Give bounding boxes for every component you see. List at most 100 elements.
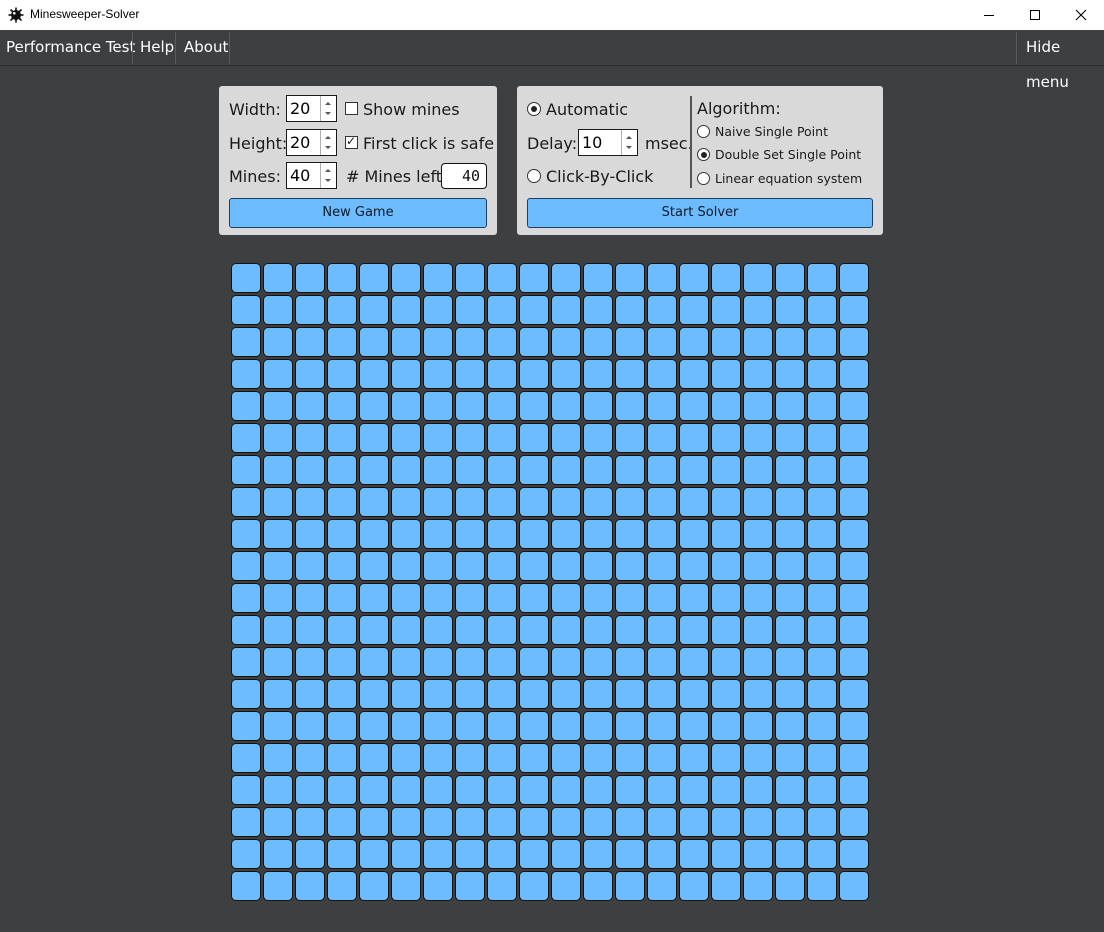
board-cell[interactable] [231, 775, 261, 805]
board-cell[interactable] [423, 327, 453, 357]
board-cell[interactable] [487, 679, 517, 709]
board-cell[interactable] [743, 295, 773, 325]
board-cell[interactable] [423, 679, 453, 709]
board-cell[interactable] [487, 807, 517, 837]
board-cell[interactable] [615, 391, 645, 421]
board-cell[interactable] [423, 711, 453, 741]
board-cell[interactable] [551, 295, 581, 325]
board-cell[interactable] [743, 807, 773, 837]
board-cell[interactable] [775, 775, 805, 805]
board-cell[interactable] [679, 423, 709, 453]
board-cell[interactable] [455, 871, 485, 901]
board-cell[interactable] [839, 455, 869, 485]
board-cell[interactable] [839, 487, 869, 517]
board-cell[interactable] [807, 807, 837, 837]
board-cell[interactable] [775, 807, 805, 837]
board-cell[interactable] [423, 775, 453, 805]
board-cell[interactable] [455, 423, 485, 453]
board-cell[interactable] [647, 519, 677, 549]
board-cell[interactable] [551, 359, 581, 389]
board-cell[interactable] [423, 871, 453, 901]
board-cell[interactable] [839, 391, 869, 421]
board-cell[interactable] [455, 519, 485, 549]
board-cell[interactable] [839, 263, 869, 293]
board-cell[interactable] [711, 263, 741, 293]
menu-performance-test[interactable]: Performance Test [0, 30, 141, 65]
board-cell[interactable] [423, 551, 453, 581]
board-cell[interactable] [263, 615, 293, 645]
board-cell[interactable] [647, 839, 677, 869]
automatic-radio[interactable] [527, 102, 541, 116]
board-cell[interactable] [327, 359, 357, 389]
board-cell[interactable] [615, 871, 645, 901]
board-cell[interactable] [743, 327, 773, 357]
board-cell[interactable] [711, 519, 741, 549]
board-cell[interactable] [391, 583, 421, 613]
board-cell[interactable] [551, 455, 581, 485]
board-cell[interactable] [423, 615, 453, 645]
board-cell[interactable] [359, 487, 389, 517]
board-cell[interactable] [295, 455, 325, 485]
new-game-button[interactable]: New Game [229, 198, 487, 228]
board-cell[interactable] [679, 263, 709, 293]
board-cell[interactable] [295, 551, 325, 581]
board-cell[interactable] [295, 295, 325, 325]
board-cell[interactable] [295, 359, 325, 389]
board-cell[interactable] [775, 583, 805, 613]
board-cell[interactable] [359, 679, 389, 709]
board-cell[interactable] [519, 391, 549, 421]
spin-down-icon[interactable] [325, 179, 331, 182]
board-cell[interactable] [391, 295, 421, 325]
board-cell[interactable] [551, 743, 581, 773]
board-cell[interactable] [263, 647, 293, 677]
board-cell[interactable] [551, 711, 581, 741]
board-cell[interactable] [295, 871, 325, 901]
board-cell[interactable] [295, 519, 325, 549]
mines-spinbox[interactable]: 40 [286, 162, 337, 189]
board-cell[interactable] [551, 807, 581, 837]
click-by-click-radio[interactable] [527, 169, 541, 183]
board-cell[interactable] [263, 679, 293, 709]
board-cell[interactable] [647, 647, 677, 677]
menu-about[interactable]: About [178, 30, 234, 65]
board-cell[interactable] [711, 583, 741, 613]
board-cell[interactable] [263, 263, 293, 293]
board-cell[interactable] [743, 551, 773, 581]
board-cell[interactable] [423, 743, 453, 773]
board-cell[interactable] [807, 487, 837, 517]
spin-up-icon[interactable] [325, 102, 331, 105]
board-cell[interactable] [359, 775, 389, 805]
board-cell[interactable] [359, 871, 389, 901]
board-cell[interactable] [743, 679, 773, 709]
board-cell[interactable] [711, 359, 741, 389]
board-cell[interactable] [295, 327, 325, 357]
board-cell[interactable] [423, 487, 453, 517]
board-cell[interactable] [359, 807, 389, 837]
board-cell[interactable] [839, 807, 869, 837]
board-cell[interactable] [679, 839, 709, 869]
board-cell[interactable] [455, 615, 485, 645]
board-cell[interactable] [647, 455, 677, 485]
board-cell[interactable] [359, 423, 389, 453]
board-cell[interactable] [295, 679, 325, 709]
board-cell[interactable] [807, 583, 837, 613]
board-cell[interactable] [263, 487, 293, 517]
board-cell[interactable] [359, 455, 389, 485]
board-cell[interactable] [263, 871, 293, 901]
board-cell[interactable] [487, 839, 517, 869]
board-cell[interactable] [711, 871, 741, 901]
board-cell[interactable] [583, 615, 613, 645]
board-cell[interactable] [775, 359, 805, 389]
board-cell[interactable] [615, 487, 645, 517]
hide-menu-button[interactable]: Hide menu [1020, 30, 1104, 91]
board-cell[interactable] [391, 359, 421, 389]
board-cell[interactable] [231, 743, 261, 773]
board-cell[interactable] [615, 807, 645, 837]
board-cell[interactable] [391, 423, 421, 453]
menu-help[interactable]: Help [134, 30, 180, 65]
board-cell[interactable] [839, 647, 869, 677]
board-cell[interactable] [775, 487, 805, 517]
board-cell[interactable] [455, 679, 485, 709]
board-cell[interactable] [711, 743, 741, 773]
board-cell[interactable] [615, 615, 645, 645]
